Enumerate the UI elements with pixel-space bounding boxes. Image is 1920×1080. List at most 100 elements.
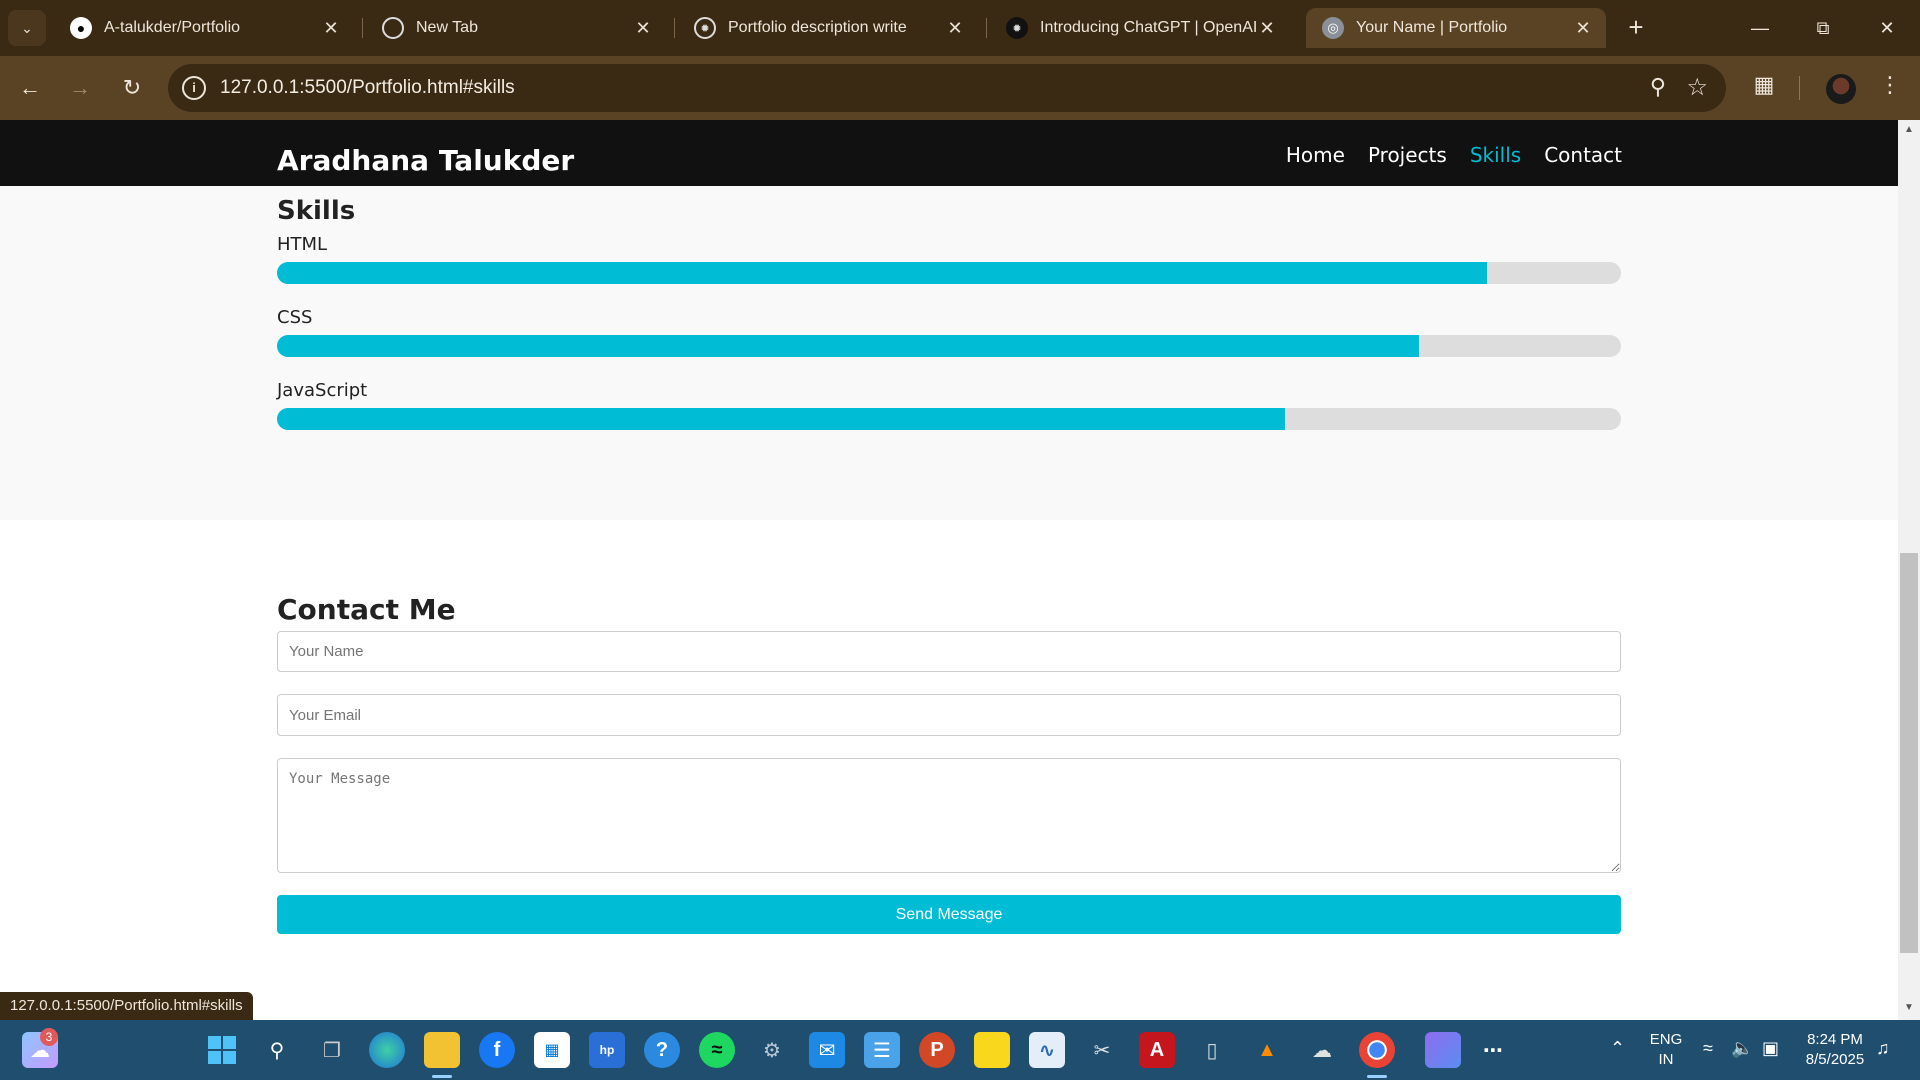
help-icon[interactable]: ? [644, 1032, 680, 1068]
volume-icon[interactable]: 🔈 [1731, 1038, 1753, 1059]
more-apps-icon[interactable]: ⋯ [1475, 1032, 1511, 1068]
minimize-icon: — [1751, 18, 1769, 38]
facebook-icon[interactable]: f [479, 1032, 515, 1068]
address-bar[interactable]: i 127.0.0.1:5500/Portfolio.html#skills ⚲… [168, 64, 1726, 112]
site-nav: Home Projects Skills Contact [1286, 143, 1622, 167]
tab-divider [674, 18, 675, 38]
nav-skills[interactable]: Skills [1470, 143, 1521, 167]
vlc-icon[interactable]: ▲ [1249, 1032, 1285, 1068]
send-message-button[interactable]: Send Message [277, 895, 1621, 934]
file-explorer-icon[interactable] [424, 1032, 460, 1078]
close-icon: ✕ [1879, 18, 1895, 38]
nav-contact[interactable]: Contact [1544, 143, 1622, 167]
store-icon[interactable]: ▦ [534, 1032, 570, 1068]
nav-projects[interactable]: Projects [1368, 143, 1447, 167]
region-code[interactable]: IN [1646, 1051, 1686, 1068]
sticky-notes-icon[interactable] [974, 1032, 1010, 1068]
chrome-icon [382, 17, 404, 39]
more-menu-icon[interactable]: ⋮ [1874, 72, 1906, 98]
browser-toolbar: ← → ↻ i 127.0.0.1:5500/Portfolio.html#sk… [0, 56, 1920, 120]
openai-icon: ✹ [694, 17, 716, 39]
acrobat-icon[interactable]: A [1139, 1032, 1175, 1068]
close-window-button[interactable]: ✕ [1862, 10, 1912, 46]
close-icon[interactable]: ✕ [1572, 18, 1594, 39]
scrollbar-thumb[interactable] [1900, 553, 1918, 953]
restore-icon: ⧉ [1816, 18, 1830, 38]
taskbar: ☁ ⚲ ❐ f ▦ hp ? ≈ ⚙ ✉ ☰ P ∿ ✂ A ▯ ▲ ☁ ⋯ ⌃… [0, 1020, 1920, 1080]
chevron-up-icon[interactable]: ⌃ [1610, 1038, 1625, 1059]
site-brand[interactable]: Aradhana Talukder [277, 144, 574, 177]
battery-icon[interactable]: ▣ [1762, 1038, 1779, 1059]
reload-button[interactable]: ↻ [116, 72, 148, 104]
tab-search-button[interactable]: ⌄ [8, 10, 46, 46]
site-info-icon[interactable]: i [182, 76, 206, 100]
skill-progress-bar [277, 408, 1621, 430]
address-url[interactable]: 127.0.0.1:5500/Portfolio.html#skills [220, 77, 515, 99]
performance-monitor-icon[interactable]: ∿ [1029, 1032, 1065, 1068]
notification-bell-icon[interactable]: ♫ [1876, 1038, 1890, 1059]
skill-progress-fill [277, 408, 1285, 430]
link-status-bubble: 127.0.0.1:5500/Portfolio.html#skills [0, 992, 253, 1020]
close-icon[interactable]: ✕ [320, 18, 342, 39]
browser-tab-active[interactable]: ◎ Your Name | Portfolio ✕ [1306, 8, 1606, 48]
tab-title: Your Name | Portfolio [1356, 19, 1508, 36]
task-view-icon[interactable]: ❐ [314, 1032, 350, 1068]
spotify-icon[interactable]: ≈ [699, 1032, 735, 1068]
cloud-app-icon[interactable]: ☁ [1304, 1032, 1340, 1068]
extensions-icon[interactable]: ▦ [1748, 72, 1780, 98]
chrome-icon[interactable] [1359, 1032, 1395, 1078]
nav-home[interactable]: Home [1286, 143, 1345, 167]
scroll-up-icon[interactable]: ▲ [1900, 124, 1918, 140]
clipchamp-icon[interactable] [1425, 1032, 1461, 1068]
browser-tab[interactable]: ✹ Portfolio description write ✕ [678, 8, 978, 48]
email-field[interactable] [277, 694, 1621, 736]
notepad-icon[interactable]: ☰ [864, 1032, 900, 1068]
close-icon[interactable]: ✕ [944, 18, 966, 39]
myhp-icon[interactable]: hp [589, 1032, 625, 1068]
openai-icon: ✹ [1006, 17, 1028, 39]
bookmark-star-icon[interactable]: ☆ [1686, 73, 1708, 102]
name-field[interactable] [277, 631, 1621, 672]
browser-tab[interactable]: New Tab ✕ [366, 8, 666, 48]
device-icon[interactable]: ▯ [1194, 1032, 1230, 1068]
globe-icon: ◎ [1322, 17, 1344, 39]
browser-tab[interactable]: ● A-talukder/Portfolio ✕ [54, 8, 354, 48]
page-viewport: Aradhana Talukder Home Projects Skills C… [0, 120, 1898, 1020]
clock-time[interactable]: 8:24 PM [1795, 1031, 1875, 1048]
tab-title: New Tab [416, 19, 478, 36]
search-icon[interactable]: ⚲ [259, 1032, 295, 1068]
edge-icon[interactable] [369, 1032, 405, 1068]
restore-button[interactable]: ⧉ [1798, 10, 1848, 46]
plus-icon: + [1628, 12, 1644, 42]
minimize-button[interactable]: — [1735, 10, 1785, 46]
powerpoint-icon[interactable]: P [919, 1032, 955, 1068]
scroll-down-icon[interactable]: ▼ [1900, 1002, 1918, 1018]
back-button[interactable]: ← [14, 72, 46, 104]
start-button[interactable] [204, 1032, 240, 1068]
language-code[interactable]: ENG [1646, 1031, 1686, 1048]
close-icon[interactable]: ✕ [632, 18, 654, 39]
skills-section: Skills HTML CSS JavaScript [0, 186, 1898, 520]
tab-divider [986, 18, 987, 38]
tab-title: Portfolio description write [728, 19, 907, 36]
wifi-icon[interactable]: ≈ [1703, 1038, 1713, 1059]
toolbar-divider [1799, 76, 1800, 100]
chevron-down-icon: ⌄ [21, 19, 33, 36]
github-icon: ● [70, 17, 92, 39]
mail-icon[interactable]: ✉ [809, 1032, 845, 1068]
snipping-tool-icon[interactable]: ✂ [1084, 1032, 1120, 1068]
close-icon[interactable]: ✕ [1256, 18, 1278, 39]
settings-gear-icon[interactable]: ⚙ [754, 1032, 790, 1068]
forward-button[interactable]: → [64, 72, 96, 104]
skills-title: Skills [277, 196, 356, 226]
arrow-left-icon: ← [19, 75, 41, 100]
notification-badge: 3 [40, 1028, 58, 1046]
profile-avatar[interactable] [1826, 74, 1856, 104]
clock-date[interactable]: 8/5/2025 [1795, 1051, 1875, 1068]
zoom-icon[interactable]: ⚲ [1650, 74, 1666, 100]
new-tab-button[interactable]: + [1620, 12, 1652, 44]
skill-label: CSS [277, 307, 313, 328]
browser-tab[interactable]: ✹ Introducing ChatGPT | OpenAI ✕ [990, 8, 1290, 48]
message-field[interactable] [277, 758, 1621, 873]
site-header: Aradhana Talukder Home Projects Skills C… [0, 120, 1898, 186]
